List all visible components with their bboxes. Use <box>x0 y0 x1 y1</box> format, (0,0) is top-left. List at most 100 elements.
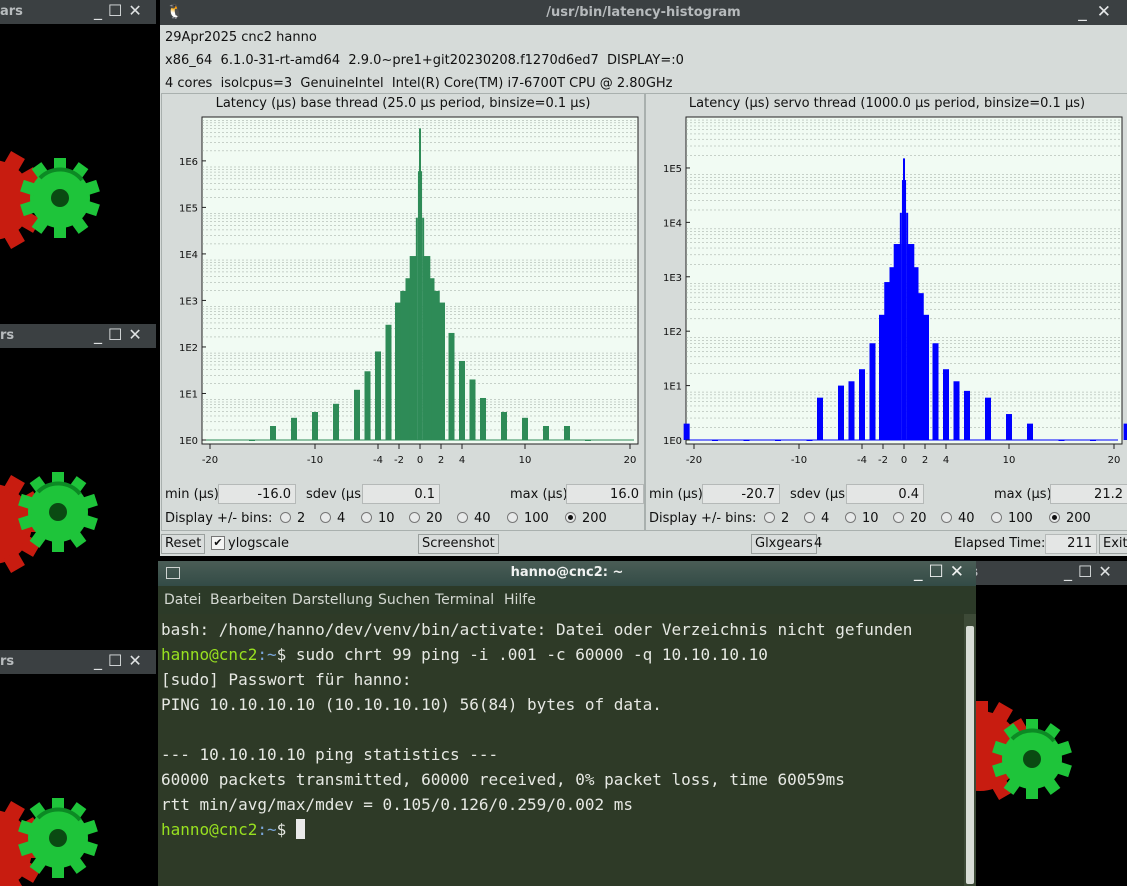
bins-radio-4[interactable]: 4 <box>804 511 829 526</box>
histogram-bar <box>904 180 907 440</box>
y-tick-label: 1E5 <box>179 203 198 214</box>
histogram-bar <box>469 379 476 440</box>
bins-radio-20[interactable]: 20 <box>893 511 927 526</box>
reset-button[interactable]: Reset <box>161 534 206 554</box>
exit-button[interactable]: Exit <box>1099 534 1127 554</box>
y-tick-label: 1E6 <box>179 157 198 168</box>
screenshot-button[interactable]: Screenshot <box>418 534 499 554</box>
x-tick-label: -4 <box>857 455 867 466</box>
elapsed-time-value: 211 <box>1045 534 1097 554</box>
x-tick-label: 10 <box>519 455 532 466</box>
menu-suchen[interactable]: Suchen <box>378 592 430 608</box>
window-controls[interactable]: _☐✕ <box>94 325 148 344</box>
window-controls[interactable]: _☐✕ <box>914 562 970 582</box>
menu-hilfe[interactable]: Hilfe <box>504 592 536 608</box>
histogram-bar <box>385 324 392 440</box>
glxgears-window-4[interactable]: rs _☐✕ <box>960 561 1127 886</box>
bins-radio-40[interactable]: 40 <box>457 511 491 526</box>
glxgears-title-bar[interactable]: rs _☐✕ <box>0 324 156 348</box>
histogram-bar <box>364 371 371 440</box>
glxgears-title-bar[interactable]: rs _☐✕ <box>960 561 1127 585</box>
x-tick-label: -4 <box>373 455 383 466</box>
histogram-bar <box>1006 414 1012 440</box>
glxgears-title-bar[interactable]: ars _☐✕ <box>0 0 156 24</box>
window-title: ars <box>0 4 23 19</box>
terminal-window[interactable]: hanno@cnc2: ~ _☐✕ Datei Bearbeiten Darst… <box>158 561 976 886</box>
bins-label: Display +/- bins: <box>649 511 757 526</box>
histogram-bar <box>712 440 718 441</box>
gears-icon <box>0 148 102 250</box>
glxgears-window-3[interactable]: rs _☐✕ <box>0 650 156 886</box>
bins-radio-20[interactable]: 20 <box>409 511 443 526</box>
x-tick-label: 0 <box>417 455 423 466</box>
min-value: -20.7 <box>702 484 780 504</box>
window-controls[interactable]: _✕ <box>1078 2 1121 22</box>
bins-radio-2[interactable]: 2 <box>764 511 789 526</box>
menu-datei[interactable]: Datei <box>164 592 201 608</box>
bins-label: Display +/- bins: <box>165 511 273 526</box>
base-thread-title: Latency (µs) base thread (25.0 µs period… <box>215 96 591 111</box>
x-tick-label: -20 <box>686 455 702 466</box>
bins-radio-4[interactable]: 4 <box>320 511 345 526</box>
min-value: -16.0 <box>218 484 296 504</box>
histogram-bar <box>415 217 418 440</box>
glxgears-window-1[interactable]: ars _☐✕ <box>0 0 156 320</box>
min-label: min (µs) <box>165 487 219 502</box>
terminal-prompt-line: hanno@cnc2:~$ sudo chrt 99 ping -i .001 … <box>161 642 962 667</box>
histogram-bar <box>448 332 455 440</box>
bins-radio-200[interactable]: 200 <box>565 511 607 526</box>
histogram-bar <box>806 440 813 441</box>
bins-radio-100[interactable]: 100 <box>507 511 549 526</box>
bins-radio-2[interactable]: 2 <box>280 511 305 526</box>
terminal-scrollbar[interactable] <box>964 614 976 886</box>
glxgears-button[interactable]: Glxgears <box>751 534 817 554</box>
histogram-bar <box>953 381 960 440</box>
sdev-value: 0.4 <box>846 484 924 504</box>
ylogscale-checkbox[interactable]: ✔ <box>211 536 225 550</box>
x-tick-label: 2 <box>438 455 444 466</box>
x-tick-label: -20 <box>202 455 218 466</box>
histogram-bar <box>743 440 750 441</box>
glxgears-title-bar[interactable]: rs _☐✕ <box>0 650 156 674</box>
histogram-bar <box>1123 423 1127 440</box>
terminal-output[interactable]: bash: /home/hanno/dev/venv/bin/activate:… <box>161 617 962 886</box>
elapsed-time-label: Elapsed Time: <box>954 536 1046 551</box>
y-tick-label: 1E5 <box>663 164 682 175</box>
window-controls[interactable]: _☐✕ <box>1064 562 1118 581</box>
y-tick-label: 1E0 <box>663 436 682 447</box>
sdev-value: 0.1 <box>362 484 440 504</box>
bins-radio-10[interactable]: 10 <box>361 511 395 526</box>
x-tick-label: -10 <box>791 455 807 466</box>
glxgears-window-2[interactable]: rs _☐✕ <box>0 324 156 644</box>
histogram-bar <box>859 369 865 440</box>
window-controls[interactable]: _☐✕ <box>94 651 148 670</box>
latency-title-bar[interactable]: 🐧 /usr/bin/latency-histogram _✕ <box>160 0 1127 25</box>
base-stats-row: min (µs) -16.0 sdev (µs) 0.1 max (µs) 16… <box>162 484 644 506</box>
y-tick-label: 1E3 <box>179 296 198 307</box>
servo-bins-row: Display +/- bins: 2 4 10 20 40 100 200 <box>646 510 1127 530</box>
info-line-date: 29Apr2025 cnc2 hanno <box>165 30 317 45</box>
scrollbar-thumb[interactable] <box>966 626 974 884</box>
histogram-bar <box>683 423 690 440</box>
sdev-label: sdev (µs) <box>790 487 851 502</box>
bins-radio-40[interactable]: 40 <box>941 511 975 526</box>
histogram-bar <box>420 171 423 440</box>
terminal-prompt-line: hanno@cnc2:~$ <box>161 817 962 842</box>
menu-bearbeiten[interactable]: Bearbeiten <box>210 592 287 608</box>
bins-radio-100[interactable]: 100 <box>991 511 1033 526</box>
servo-stats-row: min (µs) -20.7 sdev (µs) 0.4 max (µs) 21… <box>646 484 1127 506</box>
terminal-title-bar[interactable]: hanno@cnc2: ~ _☐✕ <box>158 561 976 586</box>
menu-darstellung[interactable]: Darstellung <box>292 592 373 608</box>
info-line-kernel: x86_64 6.1.0-31-rt-amd64 2.9.0~pre1+git2… <box>165 53 684 68</box>
histogram-bar <box>1027 423 1033 440</box>
bins-radio-10[interactable]: 10 <box>845 511 879 526</box>
histogram-bar <box>270 425 276 440</box>
gears-icon <box>0 796 100 886</box>
terminal-line: bash: /home/hanno/dev/venv/bin/activate:… <box>161 620 913 639</box>
max-value: 21.2 <box>1050 484 1127 504</box>
menu-terminal[interactable]: Terminal <box>435 592 494 608</box>
latency-histogram-window[interactable]: 🐧 /usr/bin/latency-histogram _✕ 29Apr202… <box>160 0 1127 556</box>
bins-radio-200[interactable]: 200 <box>1049 511 1091 526</box>
histogram-bar <box>838 385 844 440</box>
window-controls[interactable]: _☐✕ <box>94 1 148 20</box>
